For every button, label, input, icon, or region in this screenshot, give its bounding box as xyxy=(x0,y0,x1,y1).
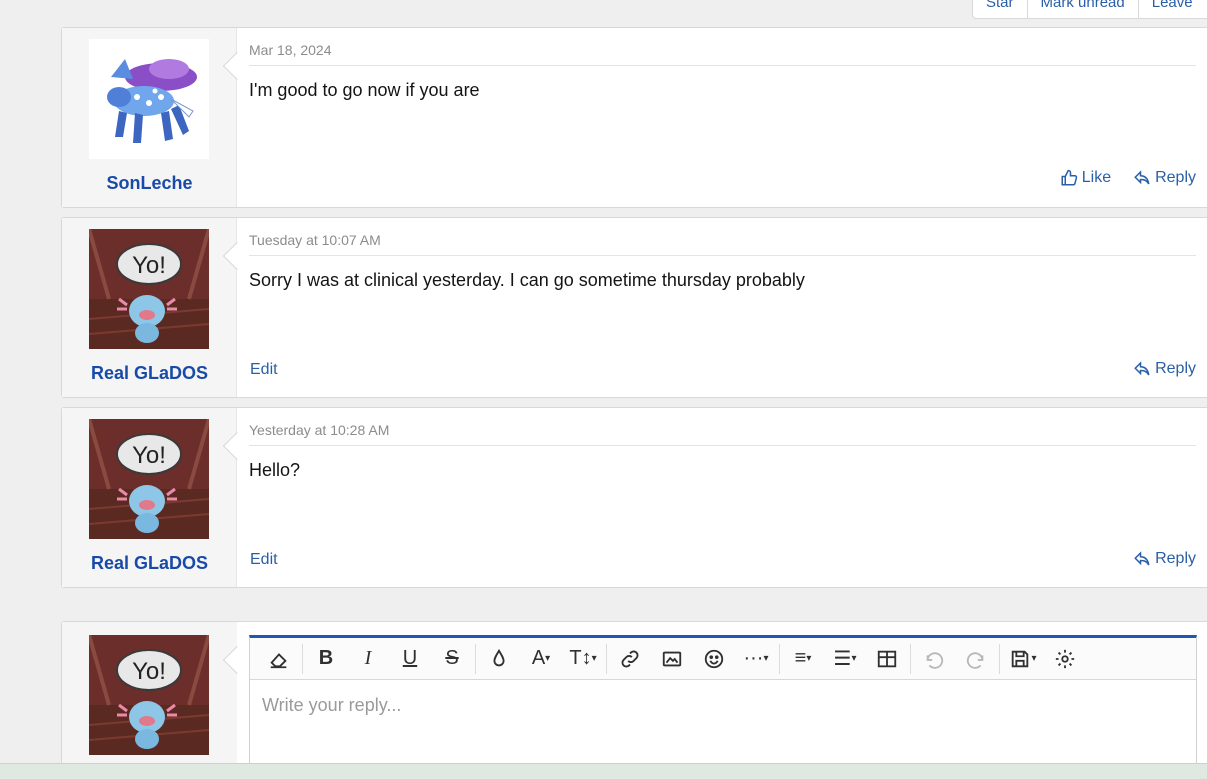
message-actions: Reply xyxy=(1133,360,1196,378)
message-user: Yo! Real GLaDOS xyxy=(62,408,237,587)
username[interactable]: Real GLaDOS xyxy=(62,553,237,574)
message: SonLeche Mar 18, 2024 I'm good to go now… xyxy=(61,27,1207,208)
message-user: SonLeche xyxy=(62,28,237,207)
like-label: Like xyxy=(1081,169,1112,186)
avatar-bubble-text: Yo! xyxy=(132,442,166,469)
username[interactable]: Real GLaDOS xyxy=(62,363,237,384)
message: Yo! Real GLaDOS Tuesday at 10:07 AM Sorr… xyxy=(61,217,1207,398)
star-button[interactable]: Star xyxy=(973,0,1028,18)
os-taskbar xyxy=(0,763,1207,779)
toolbar-divider xyxy=(779,643,780,674)
message-user: Yo! Real GLaDOS xyxy=(62,218,237,397)
message-body: Tuesday at 10:07 AM Sorry I was at clini… xyxy=(237,218,1207,397)
list-icon[interactable]: ☰ ▾ xyxy=(824,641,866,677)
reply-input[interactable]: Write your reply... xyxy=(250,680,1196,731)
reply-label: Reply xyxy=(1155,169,1196,186)
reply-label: Reply xyxy=(1155,360,1196,377)
font-size-icon[interactable]: T↕ ▾ xyxy=(562,641,604,677)
divider xyxy=(249,65,1196,66)
message-date[interactable]: Mar 18, 2024 xyxy=(249,42,332,58)
settings-icon[interactable] xyxy=(1044,641,1086,677)
toolbar-divider xyxy=(910,643,911,674)
color-icon[interactable] xyxy=(478,641,520,677)
reply-button[interactable]: Reply xyxy=(1133,360,1196,378)
avatar-bubble-text: Yo! xyxy=(132,658,166,685)
reply-label: Reply xyxy=(1155,550,1196,567)
redo-icon[interactable] xyxy=(955,641,997,677)
toolbar-divider xyxy=(302,643,303,674)
leave-button[interactable]: Leave xyxy=(1139,0,1207,18)
editor-toolbar: B I U S A ▾ T↕ ▾ ··· ▾ ≡ ▾ ☰ ▾ ▾ xyxy=(250,638,1196,680)
align-icon[interactable]: ≡ ▾ xyxy=(782,641,824,677)
reply-icon xyxy=(1134,170,1150,185)
divider xyxy=(249,255,1196,256)
reply-button[interactable]: Reply xyxy=(1133,169,1196,187)
message-date[interactable]: Tuesday at 10:07 AM xyxy=(249,232,381,248)
underline-icon[interactable]: U xyxy=(389,641,431,677)
strikethrough-icon[interactable]: S xyxy=(431,641,473,677)
font-family-icon[interactable]: A ▾ xyxy=(520,641,562,677)
message-actions: Like Reply xyxy=(1060,169,1196,187)
like-button[interactable]: Like xyxy=(1060,169,1111,187)
mark-unread-button[interactable]: Mark unread xyxy=(1028,0,1139,18)
reply-button[interactable]: Reply xyxy=(1133,550,1196,568)
avatar[interactable]: Yo! xyxy=(89,419,209,539)
more-icon[interactable]: ··· ▾ xyxy=(735,641,777,677)
message-body: Mar 18, 2024 I'm good to go now if you a… xyxy=(237,28,1207,207)
message: Yo! Real GLaDOS Yesterday at 10:28 AM He… xyxy=(61,407,1207,588)
toolbar-divider xyxy=(999,643,1000,674)
username[interactable]: SonLeche xyxy=(62,173,237,194)
bold-icon[interactable]: B xyxy=(305,641,347,677)
message-text: I'm good to go now if you are xyxy=(249,80,480,100)
reply-user: Yo! xyxy=(62,622,237,770)
drafts-icon[interactable]: ▾ xyxy=(1002,641,1044,677)
edit-link[interactable]: Edit xyxy=(250,551,278,569)
italic-icon[interactable]: I xyxy=(347,641,389,677)
quick-reply: Yo! B I U S A ▾ T↕ ▾ ··· ▾ ≡ ▾ ☰ ▾ ▾ Wri… xyxy=(61,621,1207,775)
rich-text-editor: B I U S A ▾ T↕ ▾ ··· ▾ ≡ ▾ ☰ ▾ ▾ Write your r… xyxy=(249,635,1197,775)
link-icon[interactable] xyxy=(609,641,651,677)
avatar[interactable]: Yo! xyxy=(89,635,209,755)
divider xyxy=(249,445,1196,446)
undo-icon[interactable] xyxy=(913,641,955,677)
smiley-icon[interactable] xyxy=(693,641,735,677)
thumbs-up-icon xyxy=(1061,169,1077,186)
avatar-bubble-text: Yo! xyxy=(132,252,166,279)
eraser-icon[interactable] xyxy=(258,641,300,677)
message-text: Sorry I was at clinical yesterday. I can… xyxy=(249,270,805,290)
thread-actions: Star Mark unread Leave xyxy=(972,0,1207,19)
message-date[interactable]: Yesterday at 10:28 AM xyxy=(249,422,389,438)
image-icon[interactable] xyxy=(651,641,693,677)
message-body: Yesterday at 10:28 AM Hello? Edit Reply xyxy=(237,408,1207,587)
toolbar-divider xyxy=(475,643,476,674)
avatar[interactable]: Yo! xyxy=(89,229,209,349)
table-icon[interactable] xyxy=(866,641,908,677)
edit-link[interactable]: Edit xyxy=(250,361,278,379)
reply-icon xyxy=(1134,361,1150,376)
avatar[interactable] xyxy=(89,39,209,159)
toolbar-divider xyxy=(606,643,607,674)
reply-icon xyxy=(1134,551,1150,566)
message-actions: Reply xyxy=(1133,550,1196,568)
message-text: Hello? xyxy=(249,460,301,480)
